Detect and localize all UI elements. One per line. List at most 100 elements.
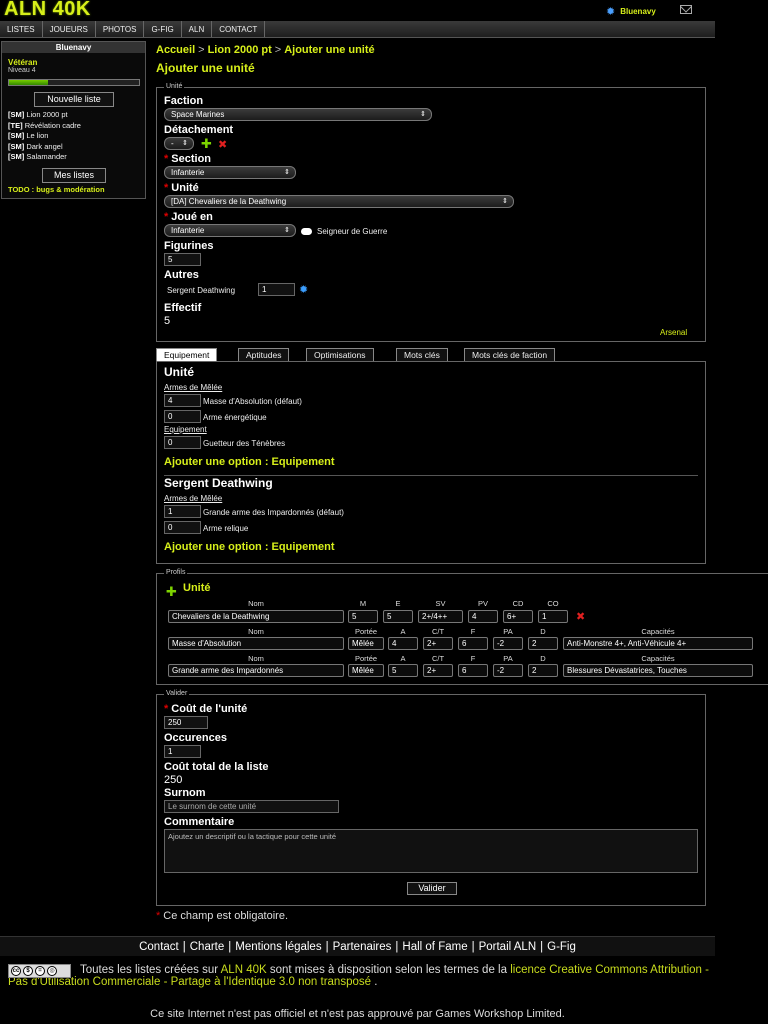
figures-input[interactable]: 5	[164, 253, 201, 266]
add-option-link[interactable]: Ajouter une option : Equipement	[164, 541, 335, 553]
qty-input[interactable]: 0	[164, 436, 201, 449]
page-title: Ajouter une unité	[156, 61, 255, 75]
footer-link[interactable]: Portail ALN	[479, 941, 537, 953]
played-as-select[interactable]: Infanterie ⇕	[164, 224, 296, 237]
nickname-input[interactable]: Le surnom de cette unité	[164, 800, 339, 813]
gear-icon[interactable]: ✹	[606, 5, 615, 18]
list-item[interactable]: [TE] Révélation cadre	[8, 121, 81, 132]
footer-link[interactable]: G-Fig	[547, 941, 576, 953]
profile-stat-input[interactable]: 6+	[503, 610, 533, 623]
weapon-stat-input[interactable]: Mêlée	[348, 664, 384, 677]
qty-input[interactable]: 1	[164, 505, 201, 518]
faction-select[interactable]: Space Marines ⇕	[164, 108, 432, 121]
tab-mots-cles-faction[interactable]: Mots clés de faction	[464, 348, 556, 361]
tab-equipement[interactable]: Equipement	[156, 348, 218, 361]
item-name: Guetteur des Ténèbres	[203, 439, 286, 448]
col-header: PV	[477, 599, 488, 608]
weapon-stat-input[interactable]: 2	[528, 637, 558, 650]
tab-mots-cles[interactable]: Mots clés	[396, 348, 448, 361]
weapon-name-input[interactable]: Grande arme des Impardonnés	[168, 664, 344, 677]
weapon-stat-input[interactable]: 2+	[423, 664, 453, 677]
unit-select[interactable]: [DA] Chevaliers de la Deathwing ⇕	[164, 195, 514, 208]
add-option-link[interactable]: Ajouter une option : Equipement	[164, 456, 335, 468]
nav-item-joueurs[interactable]: JOUEURS	[43, 21, 96, 37]
equipment-unit-title: Unité	[164, 365, 194, 379]
delete-icon[interactable]: ✖	[218, 140, 227, 151]
list-item[interactable]: [SM] Le lion	[8, 131, 81, 142]
weapon-stat-input[interactable]: 4	[388, 637, 418, 650]
add-icon[interactable]: ✚	[201, 137, 212, 150]
add-icon[interactable]: ✚	[166, 585, 177, 598]
delete-icon[interactable]: ✖	[576, 612, 585, 623]
col-header: A	[400, 627, 406, 636]
footer-link[interactable]: Mentions légales	[235, 941, 321, 953]
new-list-button[interactable]: Nouvelle liste	[34, 92, 114, 107]
profile-stat-input[interactable]: 2+/4++	[418, 610, 463, 623]
col-header: SV	[435, 599, 446, 608]
weapon-abilities-input[interactable]: Blessures Dévastatrices, Touches	[563, 664, 753, 677]
weapon-stat-input[interactable]: 2	[528, 664, 558, 677]
list-item[interactable]: [SM] Salamander	[8, 152, 81, 163]
cost-input[interactable]: 250	[164, 716, 208, 729]
detachment-label: Détachement	[164, 124, 234, 136]
occurrences-input[interactable]: 1	[164, 745, 201, 758]
col-header: E	[395, 599, 401, 608]
nav-item-aln[interactable]: ALN	[182, 21, 213, 37]
submit-button[interactable]: Valider	[407, 882, 457, 895]
user-name[interactable]: Bluenavy	[620, 7, 656, 16]
weapon-stat-input[interactable]: Mêlée	[348, 637, 384, 650]
warlord-toggle[interactable]	[301, 228, 312, 235]
todo-link[interactable]: TODO : bugs & modération	[8, 185, 105, 194]
profile-stat-input[interactable]: 5	[348, 610, 378, 623]
my-lists-button[interactable]: Mes listes	[42, 168, 106, 183]
tab-optimisations[interactable]: Optimisations	[306, 348, 374, 361]
profile-name-input[interactable]: Chevaliers de la Deathwing	[168, 610, 344, 623]
tab-aptitudes[interactable]: Aptitudes	[238, 348, 290, 361]
weapon-stat-input[interactable]: 6	[458, 637, 488, 650]
weapon-name-input[interactable]: Masse d'Absolution	[168, 637, 344, 650]
footer-link[interactable]: Hall of Fame	[402, 941, 467, 953]
site-link[interactable]: ALN 40K	[221, 964, 267, 976]
user-menu[interactable]: ✹ Bluenavy	[606, 5, 656, 18]
weapon-stat-input[interactable]: 5	[388, 664, 418, 677]
nav-item-listes[interactable]: LISTES	[0, 21, 43, 37]
cc-license-badge-icon[interactable]: cc $ = ◎	[8, 964, 71, 978]
detachment-select[interactable]: - ⇕	[164, 137, 194, 150]
breadcrumb-list[interactable]: Lion 2000 pt	[208, 44, 272, 56]
nav-item-photos[interactable]: PHOTOS	[96, 21, 145, 37]
footer-link[interactable]: Charte	[190, 941, 225, 953]
col-header: Nom	[248, 654, 264, 663]
weapon-stat-input[interactable]: -2	[493, 664, 523, 677]
cost-label: * Coût de l'unité	[164, 703, 248, 715]
footer-link[interactable]: Contact	[139, 941, 179, 953]
col-header: C/T	[431, 654, 445, 663]
col-header: M	[359, 599, 367, 608]
sidebar-lists: [SM] Lion 2000 pt [TE] Révélation cadre …	[8, 110, 81, 163]
arsenal-link[interactable]: Arsenal	[660, 328, 687, 337]
gear-icon[interactable]: ✹	[299, 285, 308, 296]
profile-stat-input[interactable]: 5	[383, 610, 413, 623]
weapon-stat-input[interactable]: 6	[458, 664, 488, 677]
profiles-fieldset: Profils ✚ Unité Nom M E SV PV CD CO Chev…	[156, 569, 768, 685]
breadcrumb-home[interactable]: Accueil	[156, 44, 195, 56]
section-select[interactable]: Infanterie ⇕	[164, 166, 296, 179]
qty-input[interactable]: 0	[164, 410, 201, 423]
weapon-stat-input[interactable]: 2+	[423, 637, 453, 650]
site-logo[interactable]: ALN 40K	[4, 0, 91, 21]
weapon-abilities-input[interactable]: Anti-Monstre 4+, Anti-Véhicule 4+	[563, 637, 753, 650]
license-text: Toutes les listes créées sur ALN 40K son…	[8, 964, 709, 988]
list-item[interactable]: [SM] Dark angel	[8, 142, 81, 153]
footer-link[interactable]: Partenaires	[333, 941, 392, 953]
comment-textarea[interactable]: Ajoutez un descriptif ou la tactique pou…	[164, 829, 698, 873]
mail-icon[interactable]	[680, 5, 692, 14]
level-progress-bar	[8, 79, 140, 86]
profile-stat-input[interactable]: 4	[468, 610, 498, 623]
profile-stat-input[interactable]: 1	[538, 610, 568, 623]
qty-input[interactable]: 4	[164, 394, 201, 407]
sergeant-input[interactable]: 1	[258, 283, 295, 296]
list-item[interactable]: [SM] Lion 2000 pt	[8, 110, 81, 121]
weapon-stat-input[interactable]: -2	[493, 637, 523, 650]
nav-item-contact[interactable]: CONTACT	[212, 21, 266, 37]
qty-input[interactable]: 0	[164, 521, 201, 534]
nav-item-gfig[interactable]: G-FIG	[144, 21, 182, 37]
